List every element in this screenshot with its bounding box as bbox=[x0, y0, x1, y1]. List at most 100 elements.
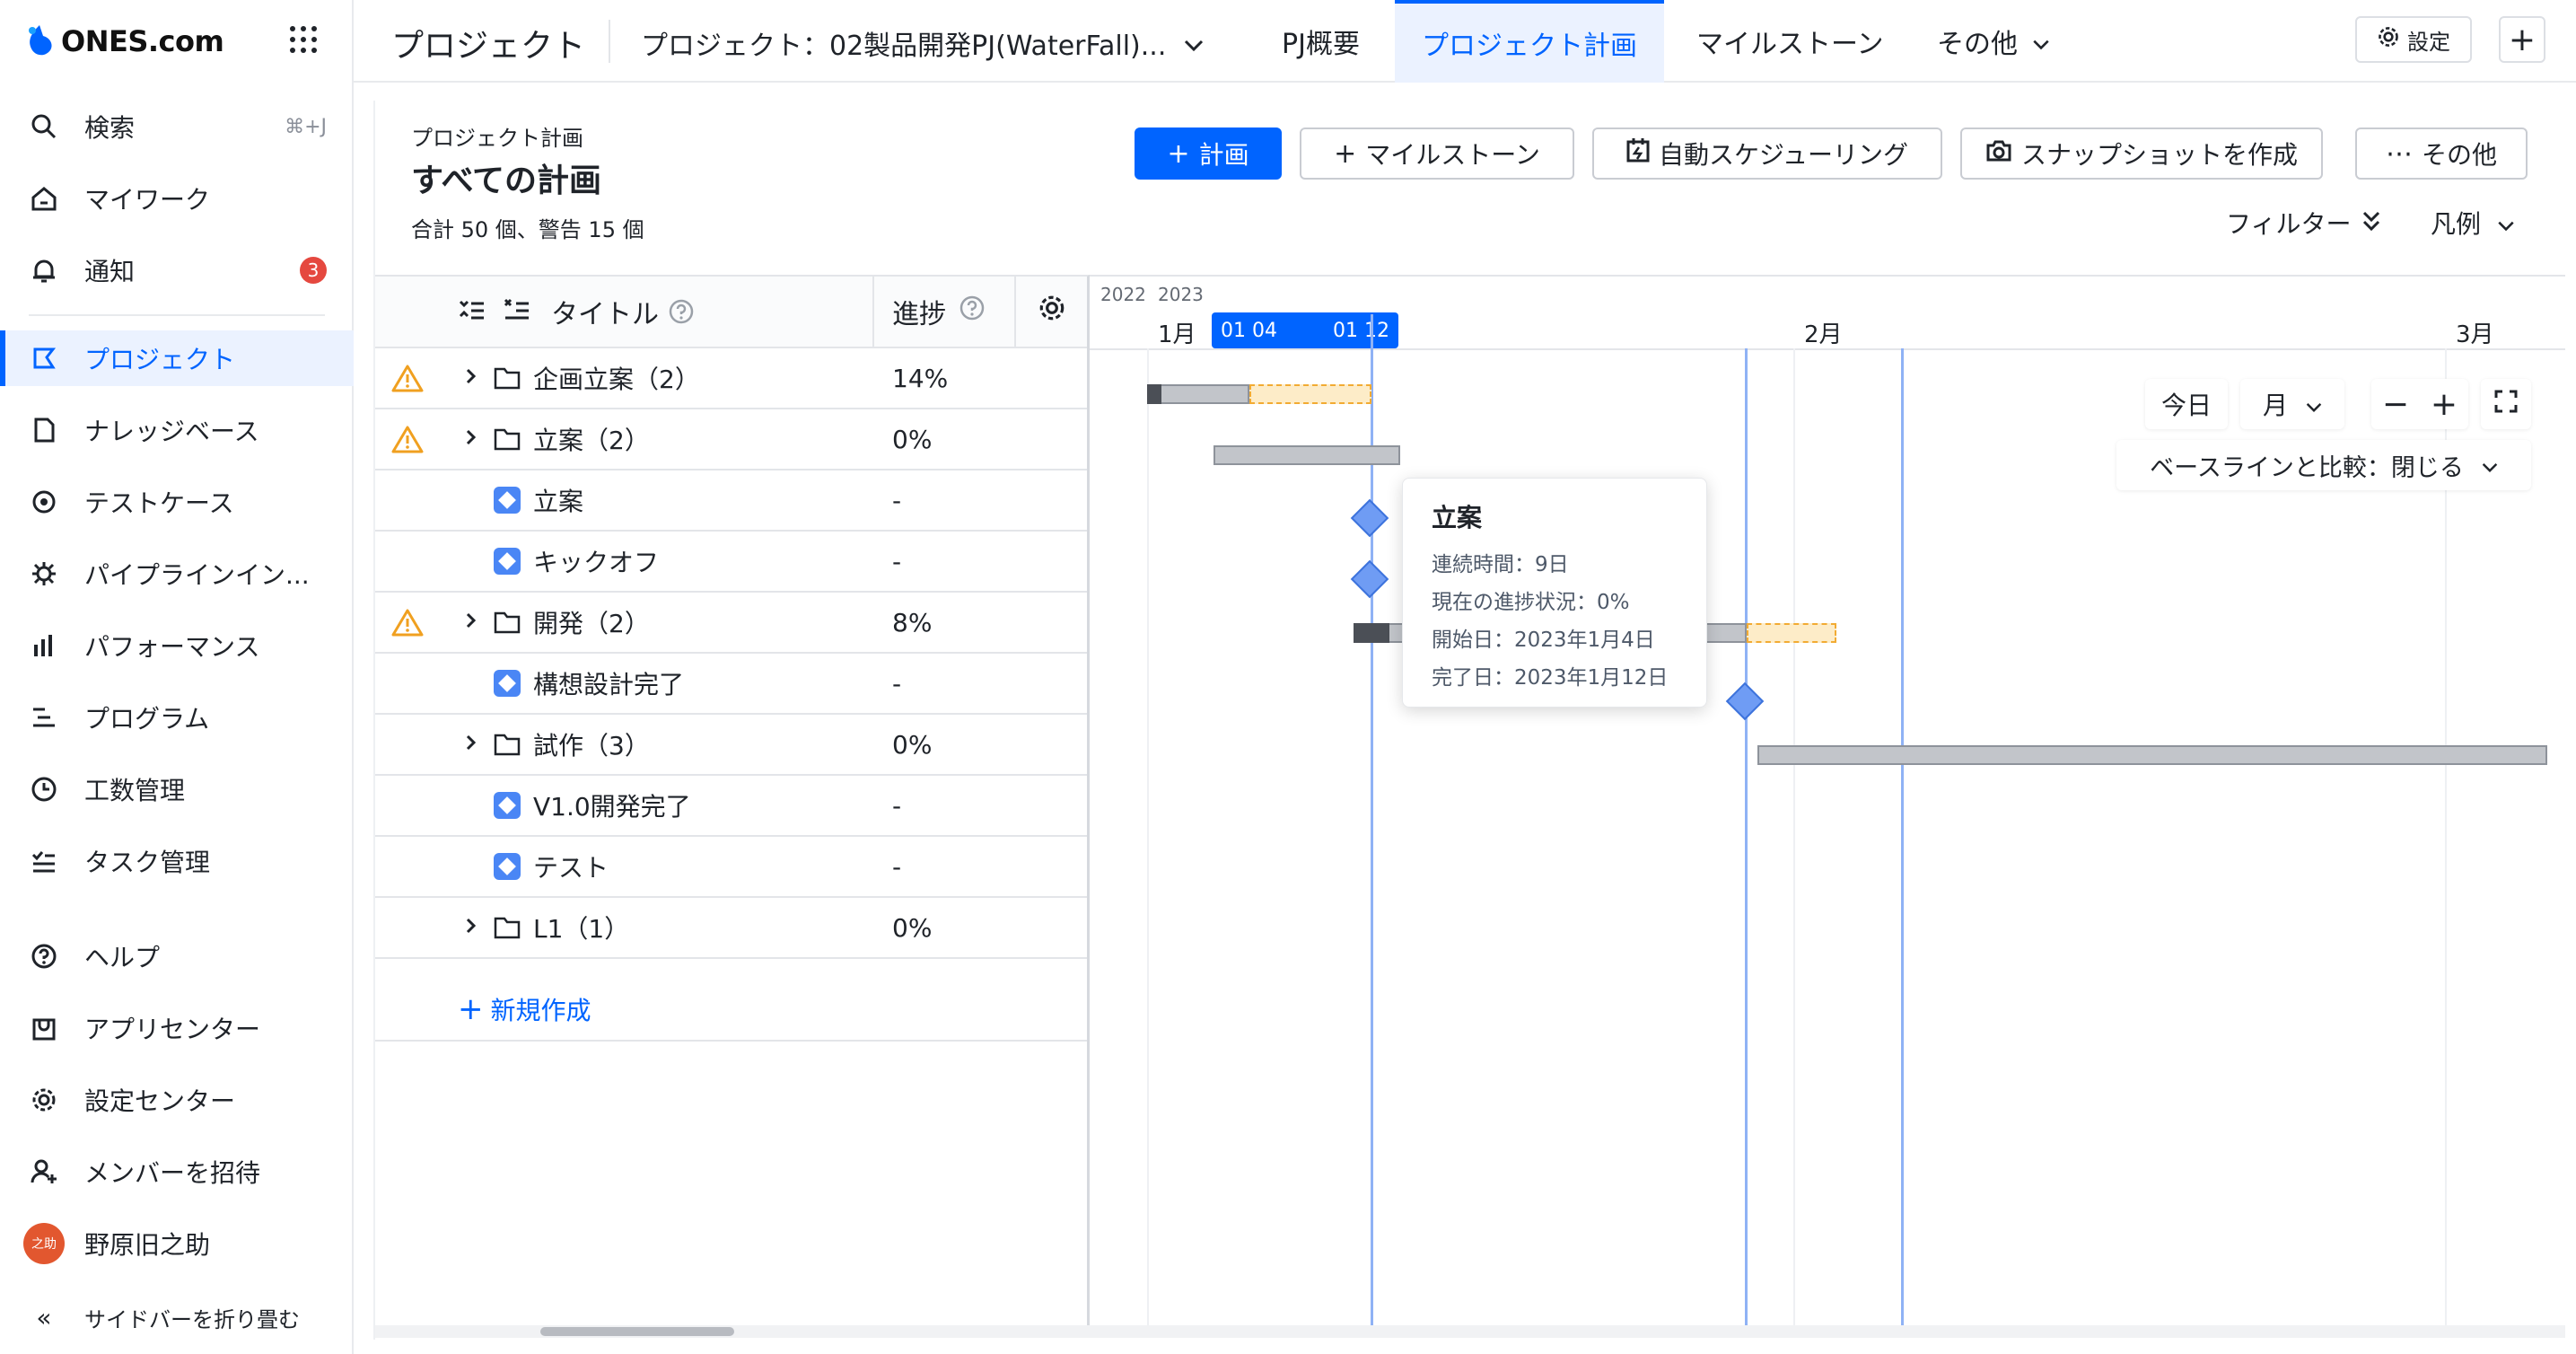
sidebar-item-project[interactable]: プロジェクト bbox=[0, 330, 354, 386]
sidebar-item-testcase[interactable]: テストケース bbox=[0, 474, 354, 530]
help-icon[interactable] bbox=[959, 295, 986, 329]
sidebar-item-program[interactable]: プログラム bbox=[0, 690, 354, 745]
milestone-marker[interactable] bbox=[1350, 498, 1389, 538]
table-row[interactable]: キックオフ - bbox=[375, 532, 1087, 593]
row-progress: 8% bbox=[892, 607, 933, 637]
tab-more[interactable]: その他 bbox=[1937, 0, 2050, 83]
sidebar-item-performance[interactable]: パフォーマンス bbox=[0, 618, 354, 673]
gantt-bar[interactable] bbox=[1147, 384, 1249, 404]
zoom-in-icon[interactable]: + bbox=[2431, 386, 2458, 423]
table-row[interactable]: 構想設計完了 - bbox=[375, 654, 1087, 715]
sidebar-item-label: マイワーク bbox=[84, 185, 211, 215]
sidebar-item-label: 工数管理 bbox=[84, 776, 186, 805]
gantt-bar[interactable] bbox=[1757, 745, 2547, 765]
milestone-icon bbox=[494, 853, 521, 880]
sidebar-item-help[interactable]: ヘルプ bbox=[0, 928, 354, 984]
new-item-button[interactable]: + 新規作成 bbox=[458, 979, 591, 1040]
column-settings-button[interactable] bbox=[1014, 277, 1087, 348]
sidebar: ONES.com 検索 ⌘+J マイワーク 通知 3 プロジェクト ナレッジベー… bbox=[0, 0, 354, 1354]
filter-label: フィルター bbox=[2226, 209, 2352, 239]
chevron-down-icon bbox=[1184, 28, 1204, 59]
sidebar-item-app-center[interactable]: アプリセンター bbox=[0, 1000, 354, 1056]
horizontal-scrollbar[interactable] bbox=[375, 1325, 2565, 1338]
testcase-icon bbox=[29, 487, 59, 517]
warning-icon bbox=[391, 364, 424, 392]
milestone-icon bbox=[494, 670, 521, 697]
chevron-right-icon[interactable] bbox=[465, 365, 478, 391]
sidebar-item-task[interactable]: タスク管理 bbox=[0, 833, 354, 889]
table-row[interactable]: 開発（2） 8% bbox=[375, 593, 1087, 654]
new-item-label: 新規作成 bbox=[490, 996, 591, 1025]
milestone-marker[interactable] bbox=[1350, 559, 1389, 599]
tab-project-plan[interactable]: プロジェクト計画 bbox=[1395, 0, 1664, 83]
add-milestone-button[interactable]: + マイルストーン bbox=[1300, 127, 1574, 180]
sidebar-item-knowledge-base[interactable]: ナレッジベース bbox=[0, 402, 354, 458]
settings-button[interactable]: 設定 bbox=[2355, 16, 2472, 63]
brand-logo[interactable]: ONES.com bbox=[22, 20, 224, 63]
add-button[interactable]: + bbox=[2499, 16, 2545, 63]
milestone-marker[interactable] bbox=[1725, 681, 1765, 721]
row-progress: 0% bbox=[892, 424, 933, 454]
tooltip-start-date: 開始日：2023年1月4日 bbox=[1432, 629, 1655, 652]
scrollbar-thumb[interactable] bbox=[540, 1327, 734, 1336]
fullscreen-icon bbox=[2493, 389, 2519, 420]
tab-overview[interactable]: PJ概要 bbox=[1282, 0, 1360, 83]
legend-toggle[interactable]: 凡例 bbox=[2431, 205, 2515, 241]
chevron-right-icon[interactable] bbox=[465, 915, 478, 940]
add-plan-button[interactable]: + 計画 bbox=[1135, 127, 1282, 180]
sidebar-item-invite[interactable]: メンバーを招待 bbox=[0, 1144, 354, 1200]
sidebar-item-notifications[interactable]: 通知 3 bbox=[0, 242, 354, 298]
sidebar-item-label: プログラム bbox=[84, 704, 210, 734]
gantt-bar[interactable] bbox=[1214, 445, 1400, 465]
zoom-out-icon[interactable]: − bbox=[2382, 386, 2409, 423]
add-milestone-label: マイルストーン bbox=[1365, 140, 1540, 170]
more-actions-button[interactable]: ⋯ その他 bbox=[2355, 127, 2528, 180]
project-icon bbox=[29, 343, 59, 374]
apps-grid-icon[interactable] bbox=[287, 23, 320, 56]
sidebar-item-timesheet[interactable]: 工数管理 bbox=[0, 761, 354, 817]
collapse-sidebar-button[interactable]: « サイドバーを折り畳む bbox=[0, 1289, 354, 1345]
month-gridline bbox=[2445, 348, 2447, 1325]
table-row[interactable]: 試作（3） 0% bbox=[375, 715, 1087, 776]
chevron-down-icon bbox=[2306, 390, 2322, 419]
help-icon[interactable] bbox=[668, 298, 695, 332]
table-row[interactable]: 立案（2） 0% bbox=[375, 409, 1087, 470]
gantt-chart: 2022 2023 1月 2月 3月 01 04 01 12 今日 月 − + … bbox=[1090, 275, 2565, 1325]
row-title: 立案 bbox=[533, 487, 584, 516]
collapse-all-icon[interactable] bbox=[503, 296, 531, 332]
create-snapshot-button[interactable]: スナップショットを作成 bbox=[1960, 127, 2323, 180]
table-row[interactable]: L1（1） 0% bbox=[375, 898, 1087, 959]
expand-all-icon[interactable] bbox=[458, 296, 486, 332]
table-row[interactable]: 企画立案（2） 14% bbox=[375, 348, 1087, 409]
sidebar-item-pipeline[interactable]: パイプラインイン... bbox=[0, 546, 354, 602]
sidebar-item-mywork[interactable]: マイワーク bbox=[0, 171, 354, 226]
chevron-right-icon[interactable] bbox=[465, 732, 478, 757]
table-row[interactable]: V1.0開発完了 - bbox=[375, 776, 1087, 837]
sidebar-item-search[interactable]: 検索 ⌘+J bbox=[0, 99, 354, 154]
table-row[interactable]: 立案 - bbox=[375, 470, 1087, 532]
chevron-down-icon bbox=[2032, 26, 2050, 57]
sidebar-item-label: 設定センター bbox=[84, 1086, 236, 1116]
project-selector[interactable]: プロジェクト：02製品開発PJ(WaterFall)... bbox=[641, 23, 1204, 63]
chevron-right-icon[interactable] bbox=[465, 610, 478, 635]
filter-toggle[interactable]: フィルター bbox=[2226, 205, 2381, 241]
tab-milestone[interactable]: マイルストーン bbox=[1696, 0, 1884, 83]
sidebar-item-settings-center[interactable]: 設定センター bbox=[0, 1072, 354, 1128]
auto-schedule-button[interactable]: 自動スケジューリング bbox=[1592, 127, 1942, 180]
sidebar-user[interactable]: 之助 野原旧之助 bbox=[0, 1216, 354, 1271]
table-row[interactable]: テスト - bbox=[375, 837, 1087, 898]
fullscreen-button[interactable] bbox=[2481, 379, 2531, 429]
today-label: 今日 bbox=[2160, 391, 2212, 420]
zoom-controls: − + bbox=[2371, 379, 2468, 429]
chevron-right-icon[interactable] bbox=[465, 426, 478, 452]
bell-icon bbox=[29, 255, 59, 286]
baseline-compare-select[interactable]: ベースラインと比較：閉じる bbox=[2116, 440, 2531, 490]
today-button[interactable]: 今日 bbox=[2145, 379, 2228, 429]
scale-select[interactable]: 月 bbox=[2240, 379, 2344, 429]
sidebar-item-label: 検索 bbox=[84, 113, 136, 143]
scale-label: 月 bbox=[2262, 391, 2288, 420]
bar-chart-icon bbox=[29, 630, 59, 661]
plus-icon: + bbox=[1167, 137, 1190, 170]
more-label: その他 bbox=[2421, 140, 2497, 170]
plan-summary: 合計 50 個、警告 15 個 bbox=[411, 217, 644, 242]
